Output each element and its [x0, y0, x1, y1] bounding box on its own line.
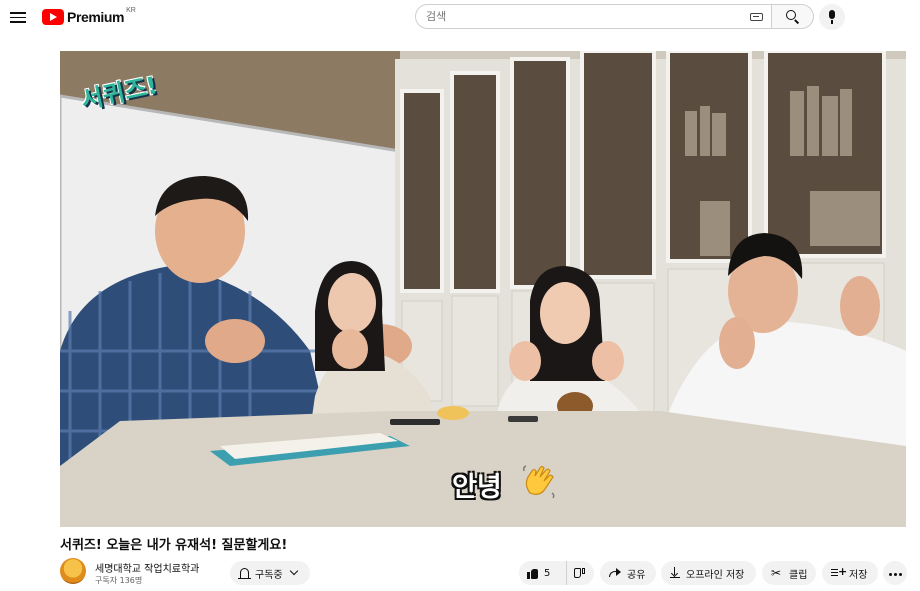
share-label: 공유 — [627, 569, 646, 581]
playlist-add-icon — [831, 565, 847, 578]
thumb-down-icon — [574, 568, 585, 578]
share-button[interactable]: 공유 — [600, 561, 656, 585]
video-frame — [60, 51, 906, 527]
scissors-icon: ✂ — [771, 566, 782, 580]
offline-label: 오프라인 저장 — [686, 569, 745, 581]
logo-region: KR — [126, 6, 136, 14]
dislike-button[interactable] — [567, 561, 593, 585]
menu-icon[interactable] — [10, 9, 26, 25]
chevron-down-icon — [289, 566, 298, 576]
clip-button[interactable]: ✂ 클립 — [762, 561, 816, 585]
share-icon — [609, 568, 621, 578]
download-icon — [670, 567, 680, 579]
channel-avatar[interactable] — [60, 558, 86, 584]
search-input[interactable] — [426, 8, 726, 25]
thumb-up-icon — [527, 568, 538, 579]
video-overlay-caption: 안녕 — [452, 472, 502, 503]
bell-icon — [238, 568, 251, 579]
channel-name[interactable]: 세명대학교 작업치료학과 — [95, 560, 199, 575]
more-actions-button[interactable] — [883, 561, 907, 585]
keyboard-icon[interactable] — [750, 13, 763, 21]
top-bar: Premium KR — [0, 0, 920, 34]
youtube-logo-icon — [42, 9, 64, 25]
save-label: 저장 — [849, 569, 868, 581]
voice-search-button[interactable] — [819, 4, 845, 30]
download-button[interactable]: 오프라인 저장 — [661, 561, 756, 585]
like-button[interactable]: 5 — [519, 561, 567, 585]
video-title: 서퀴즈! 오늘은 내가 유재석! 질문할게요! — [60, 538, 288, 553]
search-button[interactable] — [772, 4, 814, 29]
wave-hand-icon — [523, 465, 555, 499]
more-icon — [888, 568, 903, 579]
subscriber-count: 구독자 136명 — [95, 576, 143, 585]
video-player[interactable]: 서퀴즈! 안녕 — [60, 51, 906, 527]
search-box — [415, 4, 772, 29]
save-button[interactable]: 저장 — [822, 561, 878, 585]
mic-icon — [829, 10, 835, 24]
youtube-logo[interactable]: Premium KR — [42, 6, 136, 26]
like-count: 5 — [544, 567, 551, 579]
like-dislike-group: 5 — [519, 561, 594, 585]
logo-text: Premium — [67, 9, 125, 25]
subscribe-label: 구독중 — [255, 569, 283, 581]
subscribed-button[interactable]: 구독중 — [230, 561, 310, 585]
clip-label: 클립 — [789, 569, 808, 581]
search-icon — [786, 10, 796, 20]
